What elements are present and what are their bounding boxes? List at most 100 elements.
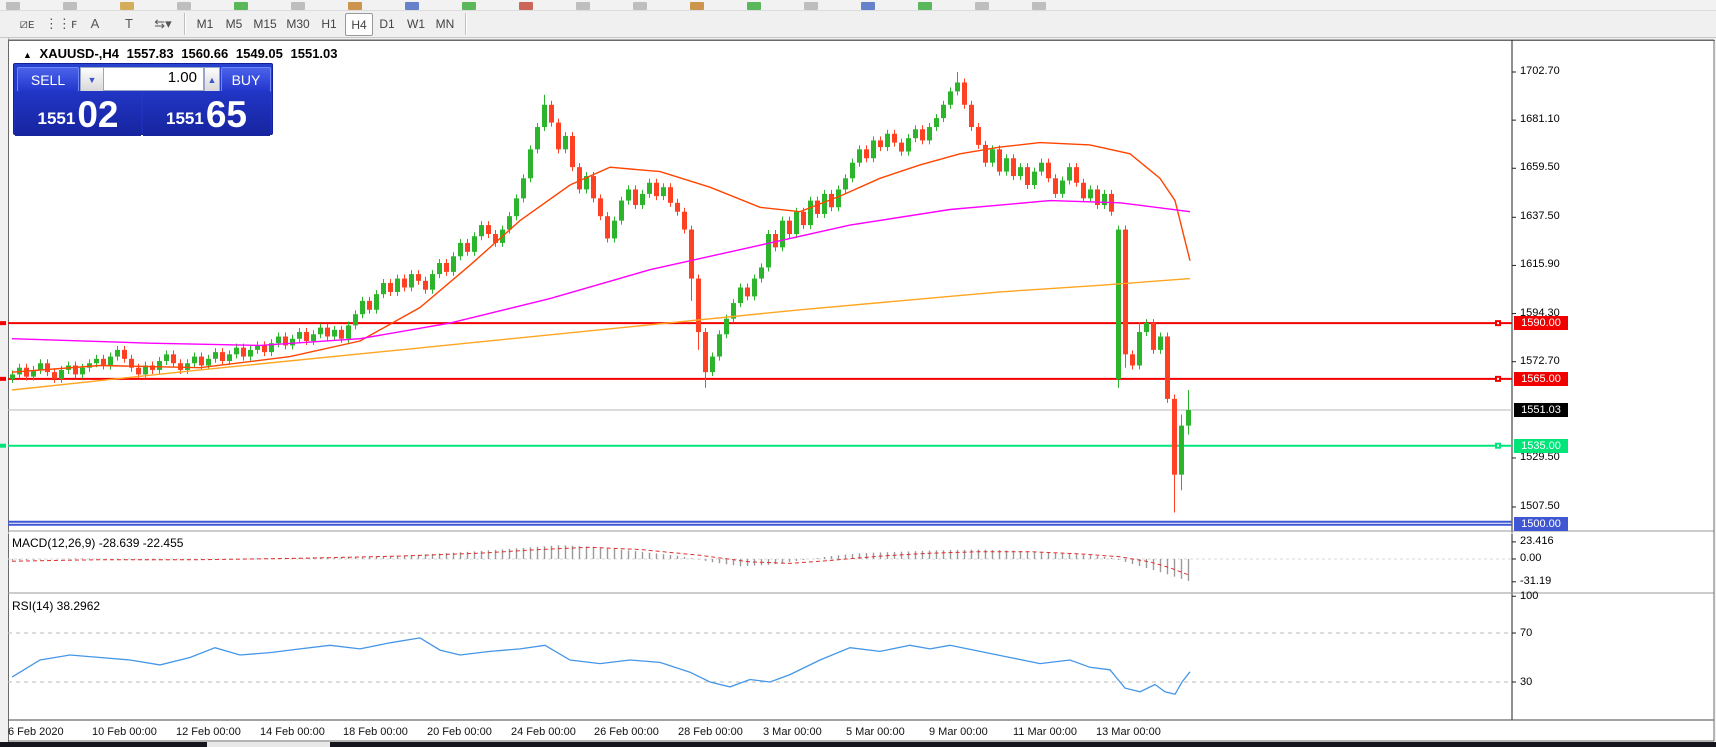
- candle: [248, 350, 253, 357]
- candle: [962, 82, 967, 104]
- price-badge-1565.00: 1565.00: [1514, 372, 1568, 386]
- candle: [290, 339, 295, 346]
- candle: [913, 129, 918, 138]
- candle: [1144, 323, 1149, 332]
- candle: [94, 359, 99, 363]
- candle: [234, 348, 239, 355]
- time-axis-label: 6 Feb 2020: [8, 726, 64, 738]
- price-tick-label: 1681.10: [1520, 113, 1560, 125]
- candle: [633, 189, 638, 205]
- candle: [521, 178, 526, 198]
- candle: [206, 359, 211, 366]
- candle: [920, 129, 925, 140]
- candle: [528, 149, 533, 178]
- candle: [318, 328, 323, 335]
- candle: [1060, 181, 1065, 194]
- candle: [542, 105, 547, 127]
- candle: [759, 267, 764, 278]
- candle: [927, 127, 932, 140]
- candle: [703, 332, 708, 372]
- candle: [955, 82, 960, 91]
- time-axis-label: 20 Feb 00:00: [427, 726, 492, 738]
- candle: [1046, 163, 1051, 179]
- candle: [626, 189, 631, 200]
- candle: [717, 334, 722, 356]
- candle: [381, 283, 386, 294]
- price-tick-label: 1572.70: [1520, 355, 1560, 367]
- bottom-bar-segment: [330, 742, 1716, 747]
- time-axis-label: 9 Mar 00:00: [929, 726, 988, 738]
- candle: [983, 145, 988, 163]
- candle: [1032, 172, 1037, 185]
- candle: [563, 136, 568, 149]
- candle: [1018, 167, 1023, 176]
- candle: [1172, 399, 1177, 475]
- time-axis-label: 3 Mar 00:00: [763, 726, 822, 738]
- candle: [836, 189, 841, 207]
- candle: [192, 357, 197, 364]
- hline-edge-marker: [0, 444, 6, 448]
- candle: [304, 332, 309, 341]
- candle: [220, 352, 225, 361]
- candle: [948, 91, 953, 104]
- candle: [262, 345, 267, 352]
- candle: [353, 314, 358, 325]
- candle: [24, 368, 29, 377]
- candle: [661, 187, 666, 196]
- candle: [108, 357, 113, 366]
- candle: [815, 201, 820, 214]
- candle: [171, 354, 176, 363]
- candle: [1088, 189, 1093, 198]
- candle: [465, 243, 470, 252]
- candle: [199, 357, 204, 366]
- candle: [10, 374, 15, 378]
- candle: [899, 143, 904, 152]
- candle: [878, 140, 883, 147]
- candle: [1067, 167, 1072, 180]
- candle: [45, 363, 50, 372]
- candle: [122, 350, 127, 359]
- candle: [668, 187, 673, 203]
- candle: [654, 183, 659, 196]
- candle: [745, 287, 750, 296]
- candle: [38, 363, 43, 370]
- chart-canvas[interactable]: [0, 0, 1716, 747]
- hline-handle-dot: [1497, 445, 1499, 447]
- price-badge-1590.00: 1590.00: [1514, 316, 1568, 330]
- candle: [360, 301, 365, 314]
- candle: [556, 123, 561, 150]
- candle: [976, 127, 981, 145]
- macd-scale-label: 0.00: [1520, 552, 1541, 564]
- price-badge-1535.00: 1535.00: [1514, 439, 1568, 453]
- candle: [430, 274, 435, 290]
- candle: [1158, 337, 1163, 350]
- hline-edge-marker: [0, 321, 6, 325]
- candle: [339, 330, 344, 339]
- candle: [850, 163, 855, 179]
- candle: [416, 274, 421, 281]
- candle: [780, 221, 785, 248]
- candle: [605, 216, 610, 238]
- candle: [213, 352, 218, 359]
- candle: [710, 357, 715, 373]
- candle: [1102, 194, 1107, 205]
- hline-edge-marker: [0, 377, 6, 381]
- candle: [423, 281, 428, 290]
- candle: [752, 279, 757, 297]
- candle: [724, 319, 729, 335]
- candle: [738, 287, 743, 303]
- candle: [52, 372, 57, 379]
- candle: [885, 134, 890, 147]
- time-axis-label: 26 Feb 00:00: [594, 726, 659, 738]
- candle: [843, 178, 848, 189]
- candle: [157, 361, 162, 370]
- current-price-badge: 1551.03: [1514, 403, 1568, 417]
- candle: [997, 149, 1002, 171]
- candle: [1130, 354, 1135, 365]
- candle: [388, 283, 393, 292]
- candle: [59, 370, 64, 379]
- candle: [864, 149, 869, 158]
- rsi-scale-label: 30: [1520, 676, 1532, 688]
- candle: [227, 354, 232, 361]
- candle: [395, 279, 400, 292]
